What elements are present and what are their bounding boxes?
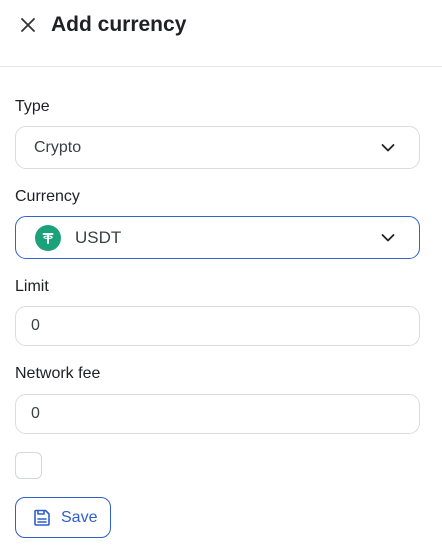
limit-input[interactable]: 0 bbox=[15, 306, 420, 346]
tether-coin-icon bbox=[35, 224, 61, 251]
currency-select[interactable]: USDT bbox=[15, 216, 420, 259]
checkbox[interactable] bbox=[15, 452, 42, 479]
currency-select-value: USDT bbox=[75, 227, 122, 247]
chevron-down-icon bbox=[381, 233, 395, 241]
network-fee-input[interactable]: 0 bbox=[15, 394, 420, 434]
type-label: Type bbox=[15, 98, 50, 115]
chevron-down-icon bbox=[381, 143, 395, 151]
network-fee-input-value: 0 bbox=[31, 405, 40, 422]
close-button[interactable] bbox=[17, 14, 39, 36]
type-select-value: Crypto bbox=[34, 138, 82, 156]
save-icon bbox=[34, 509, 50, 526]
dialog-header: Add currency bbox=[0, 0, 442, 67]
limit-input-value: 0 bbox=[31, 317, 40, 334]
limit-label: Limit bbox=[15, 278, 49, 295]
close-icon bbox=[21, 18, 35, 32]
network-fee-label: Network fee bbox=[15, 365, 101, 382]
save-button-label: Save bbox=[61, 508, 98, 526]
type-select[interactable]: Crypto bbox=[15, 126, 420, 169]
dialog-title: Add currency bbox=[51, 13, 187, 36]
currency-label: Currency bbox=[15, 188, 80, 205]
save-button[interactable]: Save bbox=[15, 497, 111, 538]
